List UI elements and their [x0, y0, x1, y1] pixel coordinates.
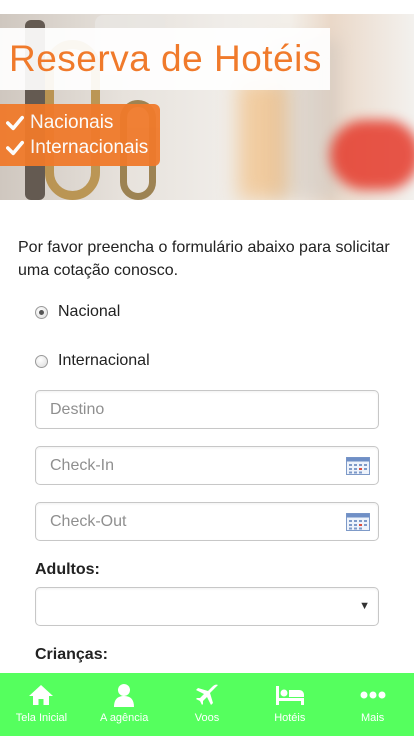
- checkin-input[interactable]: [36, 447, 330, 484]
- dropdown-arrow-icon[interactable]: ▼: [359, 600, 370, 612]
- form-intro-text: Por favor preencha o formulário abaixo p…: [18, 239, 390, 279]
- radio-label: Nacional: [58, 303, 121, 320]
- checkout-field[interactable]: [35, 502, 379, 541]
- bottom-nav: Tela Inicial A agência Voos Hotéis Mais: [0, 673, 414, 736]
- nav-item-mais[interactable]: Mais: [331, 673, 414, 736]
- home-icon: [29, 685, 54, 705]
- adultos-label: Adultos:: [35, 561, 100, 578]
- radio-button[interactable]: [35, 354, 48, 368]
- criancas-label: Crianças:: [35, 646, 108, 663]
- nav-label: Mais: [360, 712, 385, 724]
- checkin-field[interactable]: [35, 446, 379, 485]
- nav-item-a-agencia[interactable]: A agência: [83, 673, 166, 736]
- radio-nacional[interactable]: Nacional: [35, 303, 120, 321]
- hero-badge: Nacionais Internacionais: [0, 104, 160, 166]
- nav-item-voos[interactable]: Voos: [166, 673, 249, 736]
- radio-button-checked[interactable]: [35, 305, 48, 319]
- destino-input[interactable]: [36, 391, 330, 428]
- nav-item-tela-inicial[interactable]: Tela Inicial: [0, 673, 83, 736]
- radio-label: Internacional: [58, 352, 150, 369]
- calendar-icon[interactable]: [346, 513, 370, 531]
- checkout-input[interactable]: [36, 503, 330, 540]
- plane-icon: [195, 684, 218, 705]
- calendar-icon[interactable]: [346, 457, 370, 475]
- bed-icon: [275, 686, 304, 705]
- nav-label: A agência: [100, 712, 149, 724]
- check-icon: [6, 115, 24, 131]
- nav-label: Tela Inicial: [15, 712, 68, 724]
- nav-item-hoteis[interactable]: Hotéis: [248, 673, 331, 736]
- radio-internacional[interactable]: Internacional: [35, 352, 150, 370]
- page-title: Reserva de Hotéis: [9, 38, 322, 79]
- badge-item-internacionais: Internacionais: [6, 135, 148, 161]
- badge-item-nacionais: Nacionais: [6, 110, 113, 136]
- badge-label: Internacionais: [30, 137, 149, 158]
- user-icon: [114, 684, 135, 707]
- check-icon: [6, 140, 24, 156]
- nav-label: Hotéis: [274, 712, 306, 724]
- nav-label: Voos: [194, 712, 220, 724]
- more-icon: [360, 691, 386, 699]
- hero-banner: Reserva de Hotéis Nacionais Internaciona…: [0, 0, 414, 200]
- badge-label: Nacionais: [30, 112, 114, 133]
- destino-field[interactable]: [35, 390, 379, 429]
- adultos-select[interactable]: ▼: [35, 587, 379, 626]
